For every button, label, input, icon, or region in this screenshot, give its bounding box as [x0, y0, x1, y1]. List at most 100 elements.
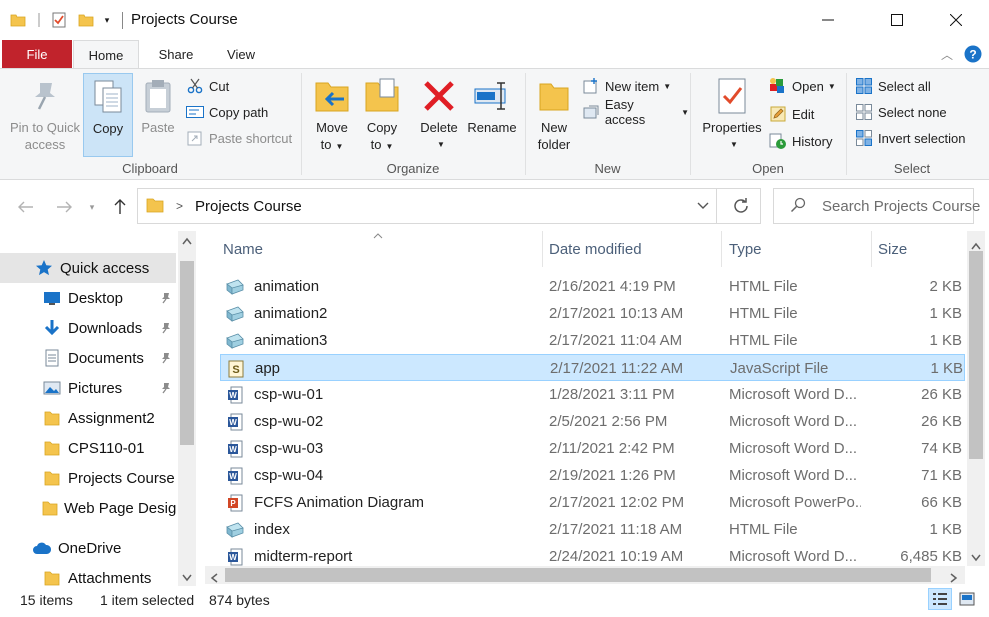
- horizontal-scroll-thumb[interactable]: [225, 568, 931, 582]
- select-none-button[interactable]: Select none: [855, 101, 947, 123]
- scroll-down-arrow-icon[interactable]: [971, 549, 981, 565]
- copy-to-button[interactable]: Copy to ▼: [360, 73, 404, 155]
- file-name-cell[interactable]: animation2: [220, 300, 540, 327]
- column-header-type[interactable]: Type: [729, 231, 869, 267]
- search-box[interactable]: Search Projects Course: [773, 188, 980, 224]
- file-row[interactable]: P FCFS Animation Diagram 2/17/2021 12:02 P…: [220, 489, 965, 516]
- pin-icon[interactable]: [160, 351, 172, 368]
- file-name-cell[interactable]: Wcsp-wu-02: [220, 408, 540, 435]
- file-row[interactable]: Wcsp-wu-03 2/11/2021 2:42 PM Microsoft Wor…: [220, 435, 965, 462]
- breadcrumb-current-folder[interactable]: Projects Course: [195, 198, 302, 215]
- file-list-horizontal-scrollbar[interactable]: [205, 566, 965, 584]
- paste-shortcut-button[interactable]: Paste shortcut: [186, 127, 292, 149]
- sidebar-item-documents[interactable]: Documents: [0, 343, 176, 373]
- rename-button[interactable]: Rename: [466, 73, 518, 136]
- file-row[interactable]: animation 2/16/2021 4:19 PM HTML File 2 KB: [220, 273, 965, 300]
- new-item-button[interactable]: New item ▼: [582, 75, 671, 97]
- scroll-right-arrow-icon[interactable]: [950, 570, 958, 586]
- file-name-cell[interactable]: Wcsp-wu-01: [220, 381, 540, 408]
- properties-quick-icon[interactable]: [48, 10, 70, 30]
- sidebar-item-pictures[interactable]: Pictures: [0, 373, 176, 403]
- file-name-cell[interactable]: index: [220, 516, 540, 543]
- sidebar-item-cps110-01[interactable]: CPS110-01: [0, 433, 176, 463]
- file-list-scrollbar[interactable]: [967, 231, 985, 566]
- select-all-button[interactable]: Select all: [855, 75, 931, 97]
- copy-path-button[interactable]: Copy path: [186, 101, 268, 123]
- scroll-up-arrow-icon[interactable]: [182, 237, 192, 248]
- sidebar-item-onedrive[interactable]: OneDrive: [0, 533, 176, 563]
- easy-access-button[interactable]: Easy access ▼: [582, 97, 689, 127]
- minimize-button[interactable]: [805, 0, 851, 40]
- column-divider[interactable]: [871, 231, 872, 267]
- delete-dropdown-icon[interactable]: ▼: [437, 136, 445, 153]
- file-row[interactable]: animation2 2/17/2021 10:13 AM HTML File 1 K…: [220, 300, 965, 327]
- pin-to-quick-access-button[interactable]: Pin to Quick access: [8, 73, 82, 153]
- pin-icon[interactable]: [160, 291, 172, 308]
- customize-quick-access-icon[interactable]: ▾: [100, 10, 114, 30]
- tab-share[interactable]: Share: [146, 40, 206, 68]
- sidebar-item-attachments[interactable]: Attachments: [0, 563, 176, 586]
- file-row[interactable]: index 2/17/2021 11:18 AM HTML File 1 KB: [220, 516, 965, 543]
- properties-dropdown-icon[interactable]: ▼: [730, 136, 738, 153]
- edit-button[interactable]: Edit: [769, 103, 814, 125]
- history-button[interactable]: History: [769, 130, 832, 152]
- address-bar[interactable]: > Projects Course: [137, 188, 761, 224]
- file-row[interactable]: Wcsp-wu-02 2/5/2021 2:56 PM Microsoft Word…: [220, 408, 965, 435]
- large-icons-view-button[interactable]: [955, 588, 979, 610]
- column-header-name[interactable]: Name: [223, 231, 538, 267]
- new-folder-quick-icon[interactable]: [76, 10, 96, 30]
- nav-pane-scrollbar[interactable]: [178, 231, 196, 586]
- scroll-left-arrow-icon[interactable]: [210, 570, 218, 586]
- sidebar-item-downloads[interactable]: Downloads: [0, 313, 176, 343]
- file-name: csp-wu-02: [254, 413, 324, 430]
- move-to-button[interactable]: Move to ▼: [310, 73, 354, 155]
- column-divider[interactable]: [721, 231, 722, 267]
- file-name-cell[interactable]: Wcsp-wu-03: [220, 435, 540, 462]
- pin-icon[interactable]: [160, 381, 172, 398]
- file-name-cell[interactable]: animation: [220, 273, 540, 300]
- help-button[interactable]: ?: [962, 40, 984, 68]
- sidebar-item-projects-course[interactable]: Projects Course: [0, 463, 176, 493]
- delete-button[interactable]: Delete ▼: [416, 73, 462, 153]
- breadcrumb-chevron-icon[interactable]: >: [176, 199, 183, 213]
- tab-file[interactable]: File: [2, 40, 72, 68]
- close-button[interactable]: [933, 0, 979, 40]
- sidebar-item-quick-access[interactable]: Quick access: [0, 253, 176, 283]
- column-divider[interactable]: [542, 231, 543, 267]
- column-header-size[interactable]: Size: [878, 231, 958, 267]
- file-list-scroll-thumb[interactable]: [969, 251, 983, 459]
- file-name-cell[interactable]: animation3: [220, 327, 540, 354]
- column-header-date-modified[interactable]: Date modified: [549, 231, 719, 267]
- maximize-button[interactable]: [874, 0, 920, 40]
- cut-button[interactable]: Cut: [186, 75, 229, 97]
- invert-selection-button[interactable]: Invert selection: [855, 127, 965, 149]
- file-row[interactable]: animation3 2/17/2021 11:04 AM HTML File 1 K…: [220, 327, 965, 354]
- paste-button[interactable]: Paste: [135, 73, 181, 136]
- copy-button[interactable]: Copy: [83, 73, 133, 157]
- recent-locations-chevron-icon[interactable]: ▾: [84, 195, 100, 219]
- file-row[interactable]: Wcsp-wu-04 2/19/2021 1:26 PM Microsoft Wor…: [220, 462, 965, 489]
- new-folder-button[interactable]: New folder: [532, 73, 576, 153]
- properties-button[interactable]: Properties ▼: [699, 73, 765, 153]
- sidebar-item-assignment2[interactable]: Assignment2: [0, 403, 176, 433]
- file-name-cell[interactable]: P FCFS Animation Diagram: [220, 489, 540, 516]
- open-button[interactable]: Open ▼: [769, 75, 836, 97]
- file-row[interactable]: Wcsp-wu-01 1/28/2021 3:11 PM Microsoft Wor…: [220, 381, 965, 408]
- file-row[interactable]: Sapp 2/17/2021 11:22 AM JavaScript File 1 K…: [220, 354, 965, 381]
- up-arrow-icon[interactable]: [108, 195, 132, 219]
- tab-view[interactable]: View: [212, 40, 270, 68]
- tab-home[interactable]: Home: [73, 40, 139, 69]
- file-name-cell[interactable]: Wcsp-wu-04: [220, 462, 540, 489]
- back-arrow-icon[interactable]: [14, 195, 38, 219]
- sidebar-item-desktop[interactable]: Desktop: [0, 283, 176, 313]
- pin-icon[interactable]: [160, 321, 172, 338]
- collapse-ribbon-icon[interactable]: ︿: [936, 40, 958, 68]
- scroll-down-arrow-icon[interactable]: [182, 569, 192, 585]
- file-name-cell[interactable]: Sapp: [221, 355, 541, 382]
- sidebar-item-web-page-design[interactable]: Web Page Desig: [0, 493, 176, 523]
- details-view-button[interactable]: [928, 588, 952, 610]
- refresh-icon[interactable]: [732, 197, 750, 218]
- address-dropdown-chevron-icon[interactable]: [696, 198, 710, 215]
- nav-pane-scroll-thumb[interactable]: [180, 261, 194, 445]
- forward-arrow-icon[interactable]: [52, 195, 76, 219]
